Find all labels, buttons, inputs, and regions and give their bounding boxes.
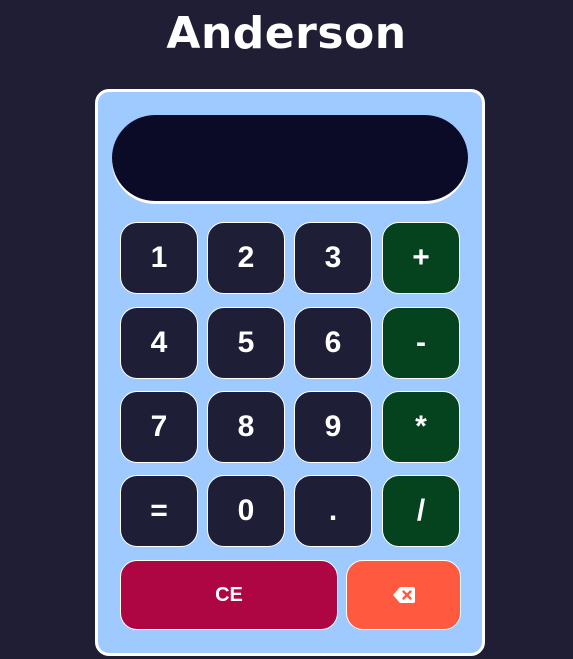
key-plus[interactable]: + [382,222,460,294]
key-decimal[interactable]: . [294,475,372,547]
calculator-display [112,115,468,201]
key-4[interactable]: 4 [120,307,198,379]
key-9[interactable]: 9 [294,391,372,463]
key-equals[interactable]: = [120,475,198,547]
clear-entry-button[interactable]: CE [120,560,338,630]
key-2[interactable]: 2 [207,222,285,294]
key-divide[interactable]: / [382,475,460,547]
key-6[interactable]: 6 [294,307,372,379]
key-7[interactable]: 7 [120,391,198,463]
backspace-button[interactable] [346,560,461,630]
key-multiply[interactable]: * [382,391,460,463]
page: Anderson 1 2 3 + 4 5 6 - 7 8 9 * = 0 . /… [0,0,573,659]
key-1[interactable]: 1 [120,222,198,294]
key-8[interactable]: 8 [207,391,285,463]
key-minus[interactable]: - [382,307,460,379]
key-5[interactable]: 5 [207,307,285,379]
key-0[interactable]: 0 [207,475,285,547]
backspace-icon [392,587,415,603]
key-3[interactable]: 3 [294,222,372,294]
app-title: Anderson [166,8,407,59]
calculator-panel: 1 2 3 + 4 5 6 - 7 8 9 * = 0 . / CE [95,89,485,656]
